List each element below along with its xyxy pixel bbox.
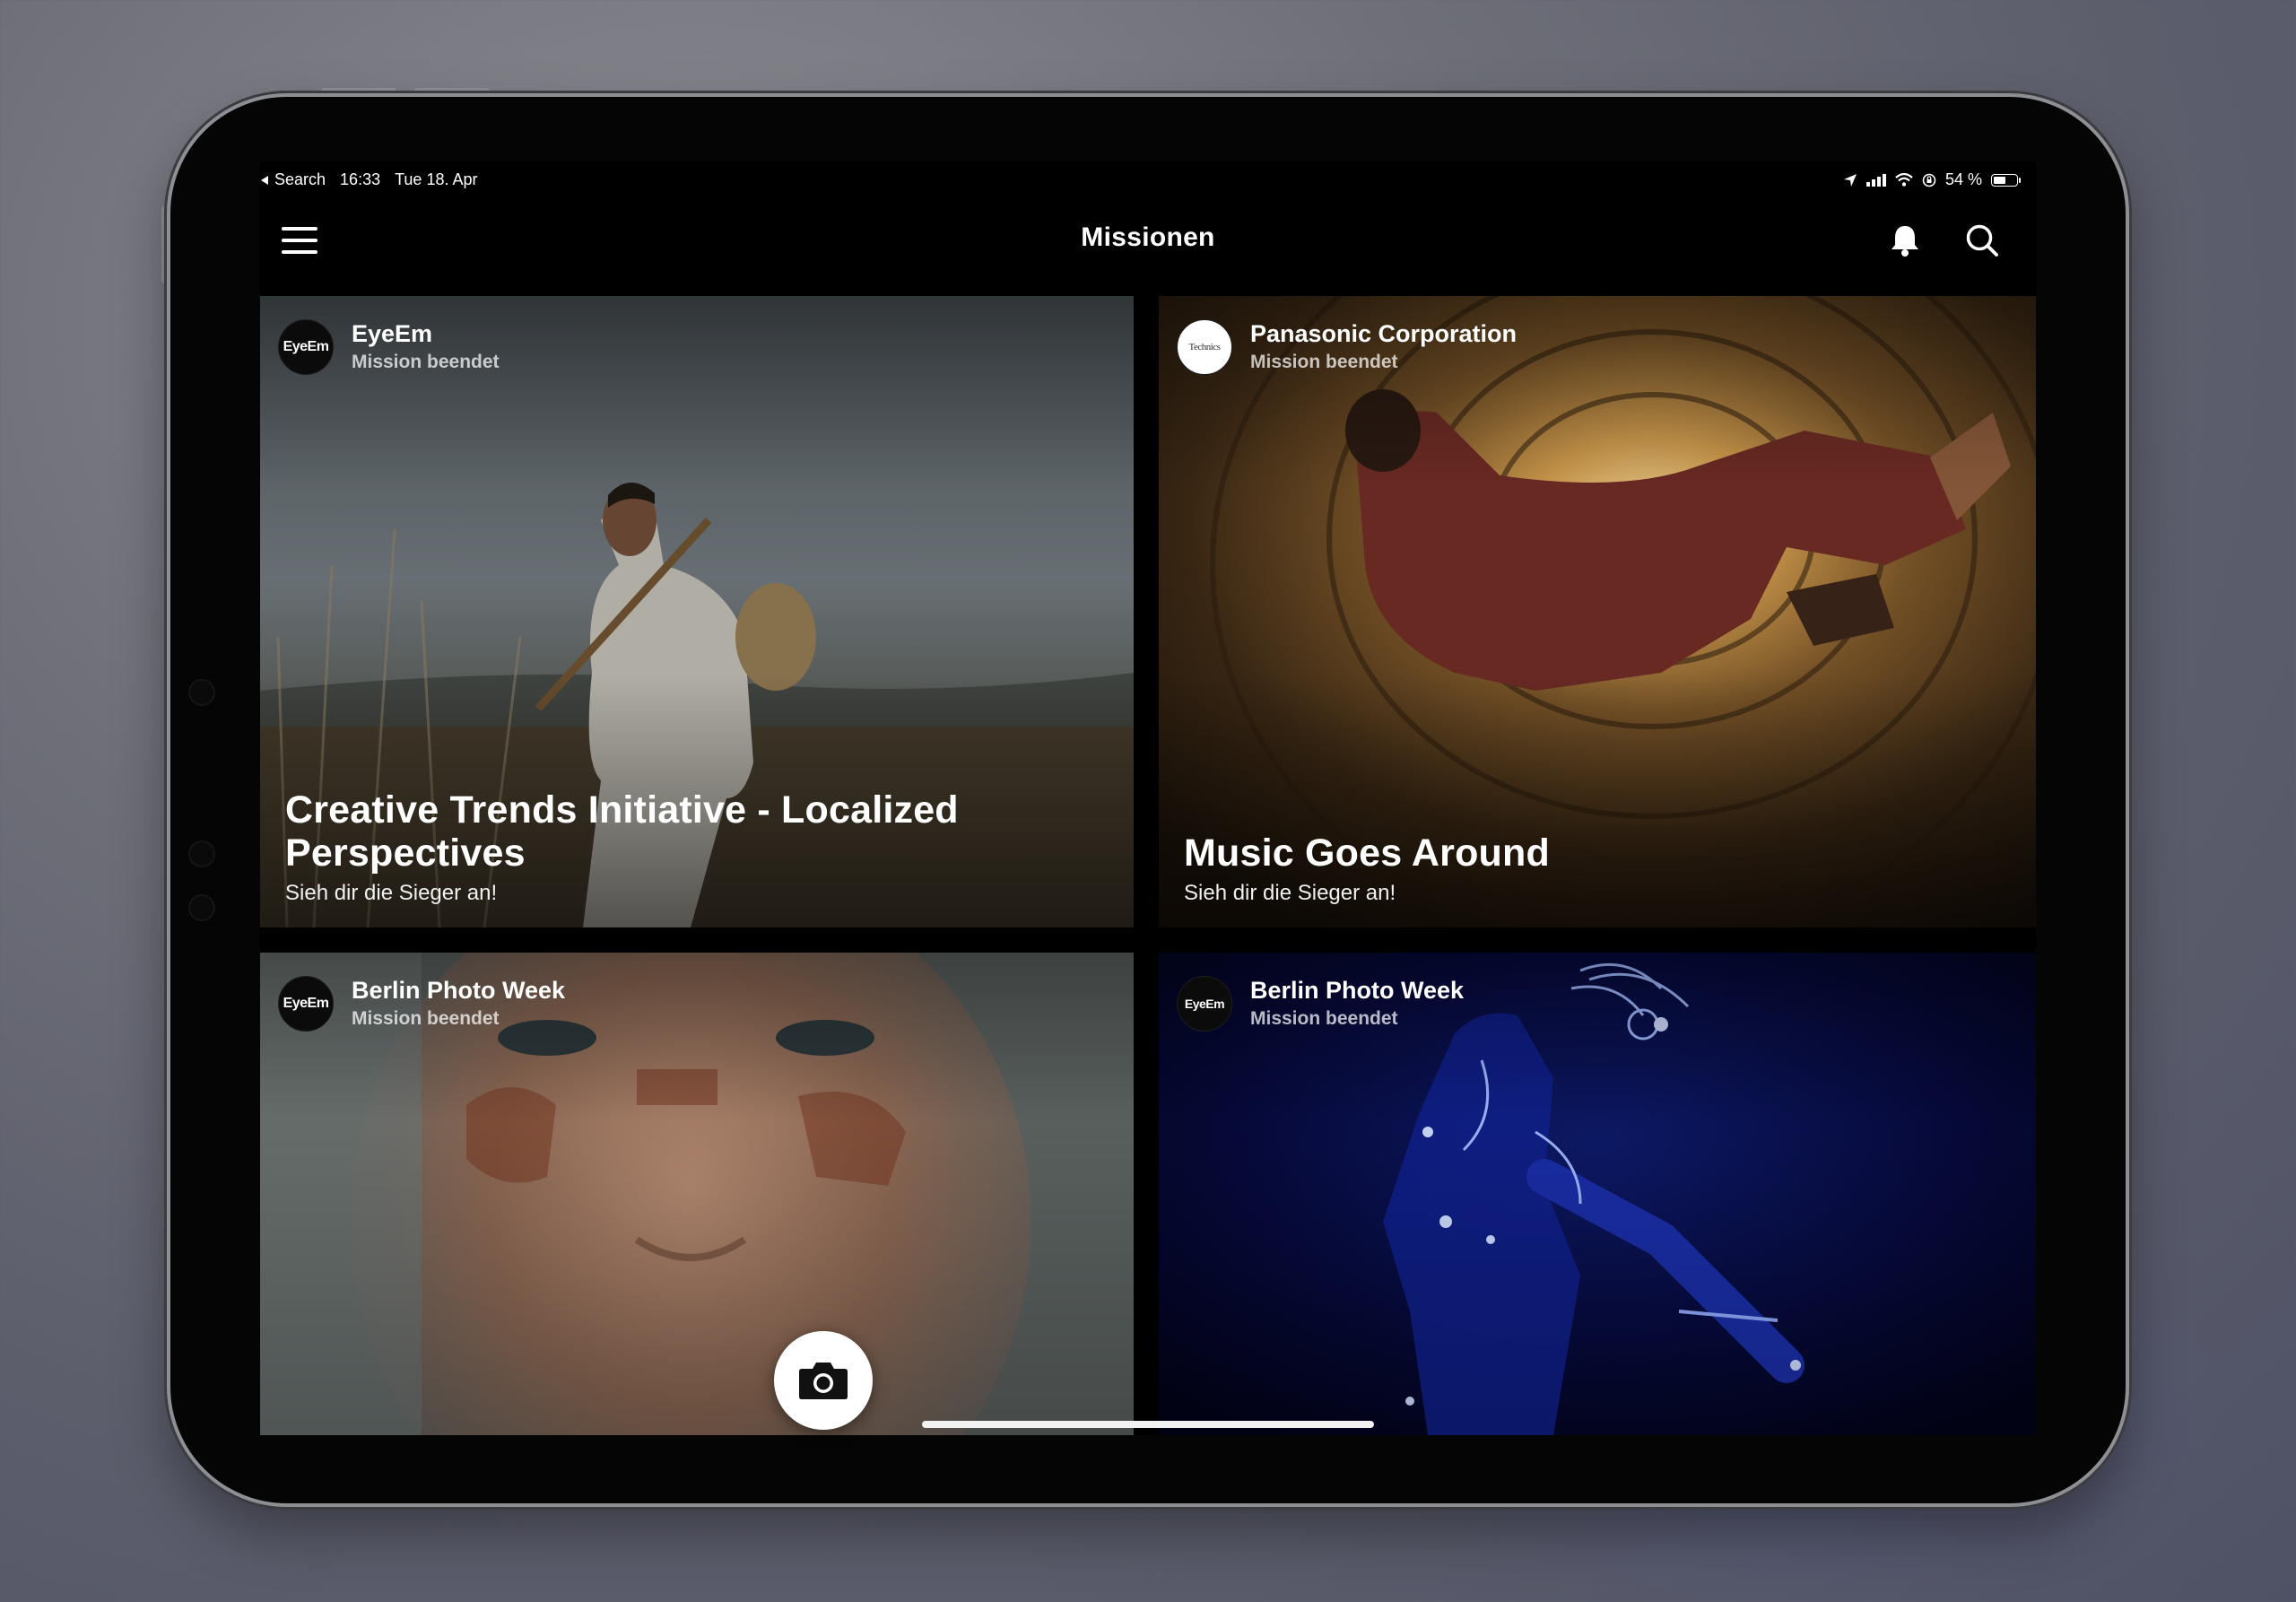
side-sensor [188,894,215,921]
notifications-button[interactable] [1882,217,1928,264]
signal-icon [1866,173,1886,187]
mission-status: Mission beendet [352,351,500,372]
sponsor-avatar[interactable]: EyeEm [278,976,334,1032]
search-icon [1966,224,1998,257]
status-time: 16:33 [340,170,381,188]
mission-card[interactable]: EyeEm Berlin Photo Week Mission beendet [260,953,1134,1435]
camera-icon [799,1363,848,1399]
app-screen: Search 16:33 Tue 18. Apr 54 % Missionen … [260,161,2036,1435]
side-sensor [188,679,215,706]
mission-card[interactable]: EyeEm EyeEm Mission beendet Creative Tre… [260,296,1134,927]
missions-grid: EyeEm EyeEm Mission beendet Creative Tre… [260,296,2036,1435]
sponsor-name[interactable]: Panasonic Corporation [1250,320,1517,348]
side-sensor [188,840,215,867]
back-triangle-icon [261,175,268,185]
mission-status: Mission beendet [352,1007,500,1029]
mission-card[interactable]: Technics Panasonic Corporation Mission b… [1159,296,2036,927]
sponsor-avatar[interactable]: EyeEm [278,319,334,375]
mission-title: Creative Trends Initiative - Localized P… [285,788,959,875]
sponsor-avatar[interactable]: EyeEm [1177,976,1232,1032]
battery-percent: 54 % [1944,170,1982,188]
sponsor-name[interactable]: Berlin Photo Week [352,977,565,1005]
battery-icon [1991,173,2021,187]
camera-button[interactable] [774,1331,873,1430]
bell-icon [1892,226,1918,257]
home-indicator[interactable] [922,1421,1374,1428]
navigation-bar: Missionen [260,205,2036,267]
back-to-app-link[interactable]: Search [260,170,326,189]
mission-subtitle: Sieh dir die Sieger an! [1184,881,1396,905]
mission-card[interactable]: EyeEm Berlin Photo Week Mission beendet [1159,953,2036,1435]
sponsor-name[interactable]: EyeEm [352,320,500,348]
mission-status: Mission beendet [1250,1007,1398,1029]
orientation-lock-icon [1922,173,1936,187]
page-title: Missionen [1081,222,1215,252]
mission-status: Mission beendet [1250,351,1398,372]
sponsor-avatar[interactable]: Technics [1177,319,1232,375]
status-date: Tue 18. Apr [395,170,478,188]
sponsor-name[interactable]: Berlin Photo Week [1250,977,1464,1005]
mission-subtitle: Sieh dir die Sieger an! [285,881,498,905]
wifi-icon [1895,173,1913,187]
status-bar: Search 16:33 Tue 18. Apr 54 % [260,161,2036,197]
back-app-label: Search [274,170,326,188]
location-icon [1843,173,1857,187]
mission-title: Music Goes Around [1184,831,1550,875]
search-button[interactable] [1959,217,2005,264]
